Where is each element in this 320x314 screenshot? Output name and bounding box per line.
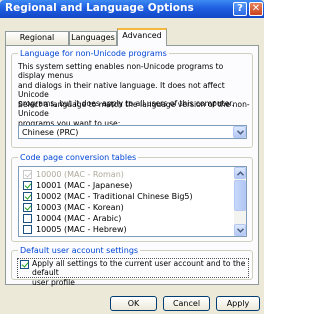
code-page-checkbox[interactable] [23, 225, 32, 234]
tab-advanced[interactable]: Advanced [117, 28, 167, 46]
advanced-tab-panel: Language for non-Unicode programs This s… [5, 45, 259, 287]
code-page-label: 10003 (MAC - Korean) [36, 203, 124, 212]
title-bar[interactable]: Regional and Language Options ? ✕ [0, 0, 264, 18]
scroll-up-button[interactable] [234, 167, 246, 179]
apply-default-user-label: Apply all settings to the current user a… [32, 259, 248, 287]
code-page-label: 10002 (MAC - Traditional Chinese Big5) [36, 192, 193, 201]
code-page-list[interactable]: 10000 (MAC - Roman) 10001 (MAC - Japanese… [18, 166, 247, 237]
code-page-checkbox[interactable] [23, 203, 32, 212]
default-user-group: Default user account settings Apply all … [11, 245, 253, 287]
description-line: This system setting enables non-Unicode … [18, 62, 224, 81]
language-select[interactable]: Chinese (PRC) [18, 125, 247, 139]
tab-strip: Regional Options Languages Advanced [0, 18, 264, 54]
dialog-window: Regional and Language Options ? ✕ Region… [0, 0, 264, 314]
scroll-thumb[interactable] [234, 180, 246, 211]
apply-default-user-checkbox[interactable]: Apply all settings to the current user a… [17, 258, 249, 287]
checkbox[interactable] [20, 260, 29, 269]
non-unicode-legend: Language for non-Unicode programs [18, 48, 169, 59]
code-page-checkbox [23, 170, 32, 179]
scroll-down-button[interactable] [234, 224, 246, 236]
code-page-label: 10000 (MAC - Roman) [36, 170, 124, 179]
cancel-button[interactable]: Cancel [163, 296, 210, 311]
language-select-dropdown-button[interactable] [233, 126, 246, 138]
select-language-prompt: Select a language to match the language … [18, 100, 252, 128]
label-line: user profile [32, 277, 75, 287]
description-line: and dialogs in their native language. It… [18, 80, 225, 99]
code-page-label: 10004 (MAC - Arabic) [36, 214, 122, 223]
code-page-group: Code page conversion tables 10000 (MAC -… [11, 152, 253, 242]
window-title: Regional and Language Options [5, 2, 194, 14]
non-unicode-group: Language for non-Unicode programs This s… [11, 48, 253, 148]
default-user-legend: Default user account settings [18, 245, 141, 256]
language-select-value: Chinese (PRC) [22, 128, 79, 137]
code-page-label: 10005 (MAC - Hebrew) [36, 225, 127, 234]
apply-button[interactable]: Apply [216, 296, 260, 311]
code-page-legend: Code page conversion tables [18, 152, 139, 163]
close-button[interactable]: ✕ [249, 2, 263, 16]
prompt-line: Select a language to match the language … [18, 100, 250, 119]
label-line: Apply all settings to the current user a… [32, 259, 246, 278]
ok-button[interactable]: OK [110, 296, 157, 311]
tab-regional-options[interactable]: Regional Options [5, 31, 69, 54]
code-page-checkbox[interactable] [23, 214, 32, 223]
code-page-label: 10001 (MAC - Japanese) [36, 181, 133, 190]
code-page-checkbox[interactable] [23, 192, 32, 201]
code-page-checkbox[interactable] [23, 181, 32, 190]
tab-languages[interactable]: Languages [69, 31, 117, 45]
help-button[interactable]: ? [233, 2, 247, 16]
code-page-scrollbar[interactable] [234, 167, 246, 236]
